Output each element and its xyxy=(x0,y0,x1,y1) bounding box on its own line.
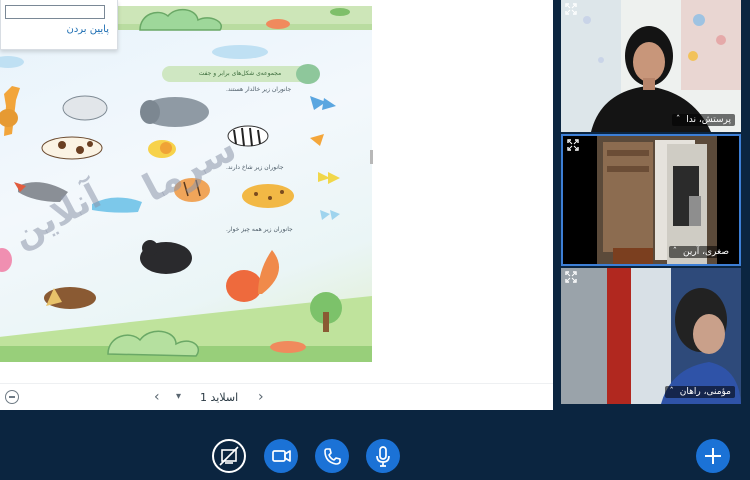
slide-toolbar: ‹ ▾ اسلاید 1 › xyxy=(0,383,553,410)
microphone-button[interactable] xyxy=(366,439,400,473)
participant-name: صغری، آرین ˆ xyxy=(668,246,733,258)
participant-name-text: مؤمنی، راهان xyxy=(679,387,731,397)
participant-video xyxy=(561,0,741,132)
move-down-option[interactable]: پایین بردن xyxy=(66,24,109,35)
participant-name-text: صغری، آرین xyxy=(683,247,729,257)
expand-icon[interactable] xyxy=(567,139,579,151)
slide-title-banner: مجموعه‌ی شکل‌های برابر و جفت xyxy=(162,66,318,82)
add-button[interactable] xyxy=(696,439,730,473)
expand-icon[interactable] xyxy=(565,3,577,15)
slide-canvas: مجموعه‌ی شکل‌های برابر و جفت جانوران زیر… xyxy=(0,6,372,362)
slide-title-badge xyxy=(296,64,320,84)
zoom-out-icon[interactable] xyxy=(5,390,19,404)
video-button[interactable] xyxy=(264,439,298,473)
slide-scroll-handle[interactable] xyxy=(370,150,373,164)
chevron-left-icon[interactable]: ‹ xyxy=(154,389,160,405)
chevron-right-icon[interactable]: › xyxy=(258,389,264,405)
video-tile[interactable]: صغری، آرین ˆ xyxy=(561,134,741,266)
video-tile[interactable]: پرستش، ندا ˆ xyxy=(561,0,741,132)
participant-videos: پرستش، ندا ˆ صغری، آرین ˆ مؤمنی، راهان ˆ xyxy=(553,0,750,410)
chevron-up-icon[interactable]: ˆ xyxy=(676,115,681,125)
phone-button[interactable] xyxy=(315,439,349,473)
screen-share-off-icon xyxy=(219,446,239,466)
slide-line-3: جانوران زیر همه چیز خوار. xyxy=(226,226,293,233)
slide-selector-label[interactable]: اسلاید 1 xyxy=(200,391,238,404)
slide-line-1: جانوران زیر خالدار هستند. xyxy=(226,86,292,93)
chevron-up-icon[interactable]: ˆ xyxy=(673,247,678,257)
dropdown-field[interactable] xyxy=(5,5,105,19)
video-camera-icon xyxy=(272,450,291,462)
overflow-dropdown: پایین بردن xyxy=(0,0,118,50)
conference-window: مجموعه‌ی شکل‌های برابر و جفت جانوران زیر… xyxy=(0,0,750,480)
participant-name: مؤمنی، راهان ˆ xyxy=(665,386,735,398)
participant-name: پرستش، ندا ˆ xyxy=(671,114,735,126)
expand-icon[interactable] xyxy=(565,271,577,283)
phone-icon xyxy=(324,448,341,465)
video-tile[interactable]: مؤمنی، راهان ˆ xyxy=(561,268,741,404)
chevron-up-icon[interactable]: ˆ xyxy=(669,387,674,397)
participant-video xyxy=(561,268,741,404)
chevron-down-icon[interactable]: ▾ xyxy=(176,391,181,402)
screen-share-button[interactable] xyxy=(212,439,246,473)
participant-name-text: پرستش، ندا xyxy=(686,115,731,125)
plus-icon xyxy=(705,448,721,464)
slide-viewport: مجموعه‌ی شکل‌های برابر و جفت جانوران زیر… xyxy=(0,0,374,362)
media-controls-bar xyxy=(0,410,750,480)
presentation-area: مجموعه‌ی شکل‌های برابر و جفت جانوران زیر… xyxy=(0,0,553,410)
microphone-icon xyxy=(376,446,390,467)
